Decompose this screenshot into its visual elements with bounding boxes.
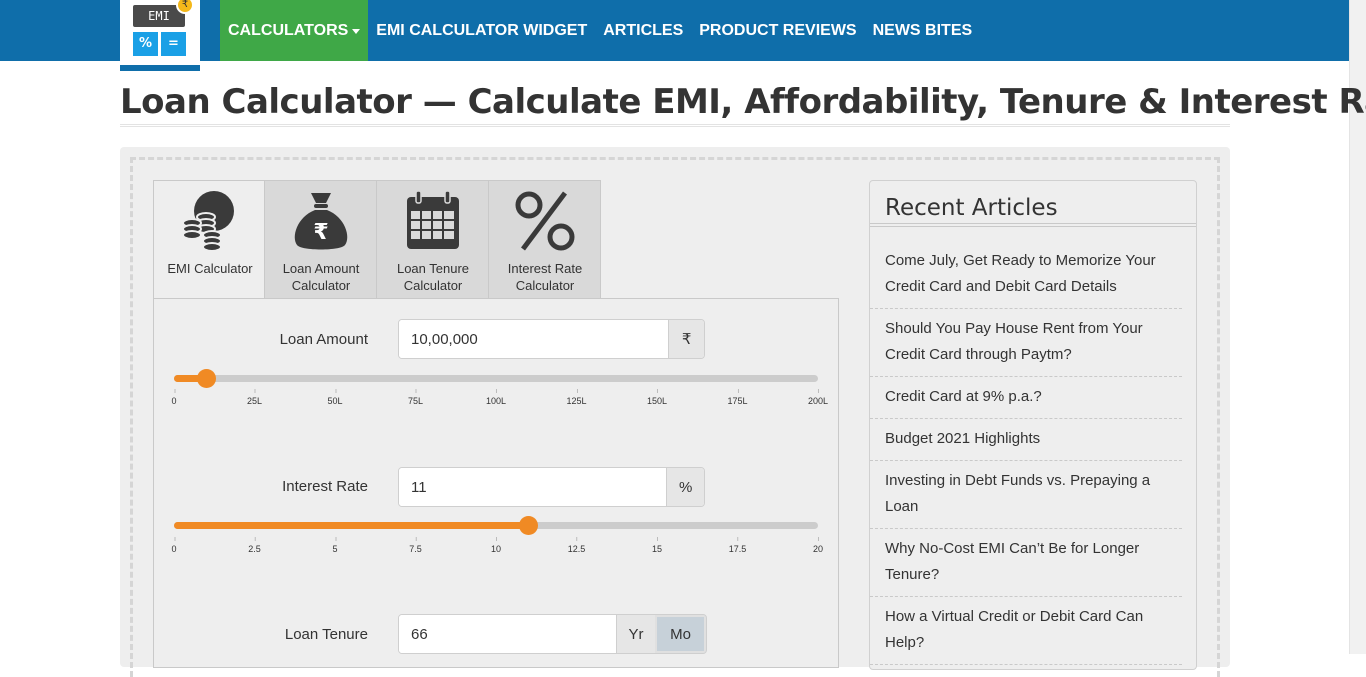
article-link[interactable]: How a Virtual Credit or Debit Card Can H… (870, 597, 1182, 665)
calculator-tabs: EMI Calculator ₹ Loan Amount Calculator (153, 180, 601, 300)
nav-calculators[interactable]: CALCULATORS (220, 0, 369, 61)
loan-amount-slider[interactable] (174, 369, 818, 388)
scale-tick-label: 25L (246, 389, 263, 406)
loan-amount-label: Loan Amount (279, 331, 368, 348)
article-link[interactable]: Credit Card at 9% p.a.? (870, 377, 1182, 419)
tenure-month-toggle[interactable]: Mo (655, 615, 706, 653)
loan-amount-input[interactable] (399, 320, 669, 358)
logo-equals-key: = (161, 32, 186, 56)
tab-loan-amount-calculator[interactable]: ₹ Loan Amount Calculator (265, 180, 377, 299)
percent-icon (515, 191, 575, 251)
scale-tick-label: 17.5 (728, 537, 747, 554)
percent-addon: % (666, 468, 704, 506)
scale-tick-label: 7.5 (409, 537, 422, 554)
article-link[interactable]: Should You Pay House Rent from Your Cred… (870, 309, 1182, 377)
tab-loan-tenure-calculator[interactable]: Loan Tenure Calculator (377, 180, 489, 299)
svg-text:₹: ₹ (313, 220, 328, 245)
page-title: Loan Calculator — Calculate EMI, Afforda… (120, 82, 1366, 122)
site-logo[interactable]: EMI ₹ % = (120, 0, 200, 71)
article-link[interactable]: Why No-Cost EMI Can’t Be for Longer Tenu… (870, 529, 1182, 597)
interest-rate-slider[interactable] (174, 516, 818, 535)
loan-amount-scale: 0 25L 50L 75L 100L 125L 150L 175L 200L (171, 389, 828, 416)
scale-tick-label: 0 (171, 537, 177, 554)
scale-tick-label: 10 (490, 537, 502, 554)
coins-icon (182, 191, 234, 252)
loan-amount-group: ₹ (398, 319, 705, 359)
loan-tenure-label: Loan Tenure (284, 626, 368, 643)
scale-tick-label: 125L (566, 389, 587, 406)
interest-rate-label: Interest Rate (282, 478, 368, 495)
nav-product-reviews[interactable]: PRODUCT REVIEWS (691, 0, 864, 61)
article-link[interactable]: Come July, Get Ready to Memorize Your Cr… (870, 241, 1182, 309)
tab-emi-calculator[interactable]: EMI Calculator (153, 180, 265, 300)
interest-rate-input[interactable] (399, 468, 667, 506)
scale-tick-label: 12.5 (567, 537, 586, 554)
money-bag-icon: ₹ (294, 193, 348, 250)
scale-tick-label: 50L (327, 389, 343, 406)
scale-tick-label: 15 (651, 537, 663, 554)
scale-tick-label: 5 (332, 537, 338, 554)
main-nav: CALCULATORS EMI CALCULATOR WIDGET ARTICL… (220, 0, 980, 61)
tab-interest-rate-calculator[interactable]: Interest Rate Calculator (489, 180, 601, 299)
logo-percent-key: % (133, 32, 158, 56)
nav-news-bites[interactable]: NEWS BITES (865, 0, 981, 61)
recent-articles-title: Recent Articles (885, 195, 1058, 221)
loan-tenure-input[interactable] (399, 615, 616, 653)
scale-tick-label: 0 (171, 389, 177, 406)
loan-tenure-group: Yr Mo (398, 614, 707, 654)
scale-tick-label: 100L (485, 389, 507, 406)
rupee-addon: ₹ (668, 320, 704, 358)
article-link[interactable]: Budget 2021 Highlights (870, 419, 1182, 461)
sidebar-divider (870, 223, 1196, 227)
nav-articles[interactable]: ARTICLES (595, 0, 691, 61)
scale-tick-label: 75L (407, 389, 424, 406)
interest-rate-slider-fill (174, 522, 529, 529)
recent-articles-sidebar: Recent Articles Come July, Get Ready to … (869, 180, 1197, 670)
interest-rate-group: % (398, 467, 705, 507)
article-list: Come July, Get Ready to Memorize Your Cr… (870, 241, 1196, 665)
nav-emi-calculator-widget[interactable]: EMI CALCULATOR WIDGET (368, 0, 595, 61)
interest-rate-scale: 0 2.5 5 7.5 10 12.5 15 17.5 20 (171, 537, 823, 564)
rupee-coin-icon: ₹ (176, 0, 194, 14)
scale-tick-label: 20 (812, 537, 824, 554)
scale-tick-label: 175L (727, 389, 748, 406)
caret-down-icon (352, 29, 361, 34)
tenure-year-toggle[interactable]: Yr (616, 615, 656, 653)
scale-tick-label: 2.5 (248, 537, 261, 554)
article-link[interactable]: Investing in Debt Funds vs. Prepaying a … (870, 461, 1182, 529)
scale-tick-label: 200L (807, 389, 829, 406)
calendar-icon (407, 190, 459, 249)
title-divider (120, 124, 1230, 127)
scale-tick-label: 150L (646, 389, 668, 406)
